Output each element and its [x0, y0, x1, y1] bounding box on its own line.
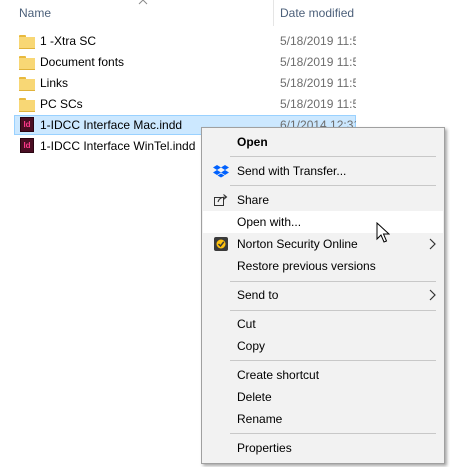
menu-separator — [230, 360, 436, 361]
menu-item-label: Copy — [237, 339, 266, 353]
menu-separator — [230, 433, 436, 434]
menu-item-properties[interactable]: Properties — [203, 437, 443, 459]
norton-icon — [214, 237, 228, 251]
file-name: PC SCs — [40, 97, 83, 111]
menu-item-label: Send to — [237, 288, 279, 302]
file-name: Document fonts — [40, 55, 125, 69]
indesign-file-icon: Id — [19, 117, 35, 132]
file-row-pc-scs[interactable]: PC SCs 5/18/2019 11:5 — [14, 94, 356, 114]
menu-item-rename[interactable]: Rename — [203, 408, 443, 430]
file-date: 5/18/2019 11:5 — [280, 97, 356, 111]
menu-item-cut[interactable]: Cut — [203, 313, 443, 335]
menu-item-label: Send with Transfer... — [237, 164, 347, 178]
menu-item-restore-previous-versions[interactable]: Restore previous versions — [203, 255, 443, 277]
column-header: Name Date modified — [0, 0, 450, 26]
menu-item-send-to[interactable]: Send to — [203, 284, 443, 306]
submenu-arrow-icon — [429, 238, 436, 250]
column-divider[interactable] — [273, 0, 274, 26]
file-name: 1-IDCC Interface Mac.indd — [40, 118, 183, 132]
menu-item-label: Rename — [237, 412, 283, 426]
menu-item-share[interactable]: Share — [203, 189, 443, 211]
folder-icon — [19, 55, 35, 70]
folder-icon — [19, 97, 35, 112]
column-date-modified[interactable]: Date modified — [280, 6, 354, 20]
menu-item-norton[interactable]: Norton Security Online — [203, 233, 443, 255]
file-name: 1 -Xtra SC — [40, 34, 97, 48]
file-date: 5/18/2019 11:5 — [280, 34, 356, 48]
submenu-arrow-icon — [429, 289, 436, 301]
file-row-links[interactable]: Links 5/18/2019 11:5 — [14, 73, 356, 93]
menu-item-create-shortcut[interactable]: Create shortcut — [203, 364, 443, 386]
menu-item-delete[interactable]: Delete — [203, 386, 443, 408]
menu-item-label: Open — [237, 135, 268, 149]
file-row-xtra-sc[interactable]: 1 -Xtra SC 5/18/2019 11:5 — [14, 31, 356, 51]
file-name: 1-IDCC Interface WinTel.indd — [40, 139, 196, 153]
menu-item-label: Open with... — [237, 215, 302, 229]
menu-item-open-with[interactable]: Open with... — [203, 211, 443, 233]
menu-item-label: Delete — [237, 390, 272, 404]
sort-up-icon — [138, 0, 148, 5]
menu-item-label: Share — [237, 193, 270, 207]
menu-separator — [230, 156, 436, 157]
dropbox-icon — [213, 165, 229, 178]
menu-item-send-with-transfer[interactable]: Send with Transfer... — [203, 160, 443, 182]
menu-item-label: Create shortcut — [237, 368, 320, 382]
menu-separator — [230, 310, 436, 311]
menu-item-label: Cut — [237, 317, 256, 331]
menu-item-label: Restore previous versions — [237, 259, 376, 273]
file-row-document-fonts[interactable]: Document fonts 5/18/2019 11:5 — [14, 52, 356, 72]
menu-item-copy[interactable]: Copy — [203, 335, 443, 357]
file-date: 5/18/2019 11:5 — [280, 55, 356, 69]
folder-icon — [19, 76, 35, 91]
file-name: Links — [40, 76, 69, 90]
menu-separator — [230, 185, 436, 186]
menu-separator — [230, 281, 436, 282]
indesign-file-icon: Id — [19, 138, 35, 153]
folder-icon — [19, 34, 35, 49]
file-date: 5/18/2019 11:5 — [280, 76, 356, 90]
menu-item-label: Norton Security Online — [237, 237, 358, 251]
mouse-cursor-icon — [376, 222, 390, 243]
column-name[interactable]: Name — [19, 6, 51, 20]
share-icon — [214, 194, 228, 206]
menu-item-label: Properties — [237, 441, 292, 455]
menu-item-open[interactable]: Open — [203, 131, 443, 153]
context-menu: Open Send with Transfer... Share Open wi… — [201, 127, 445, 464]
